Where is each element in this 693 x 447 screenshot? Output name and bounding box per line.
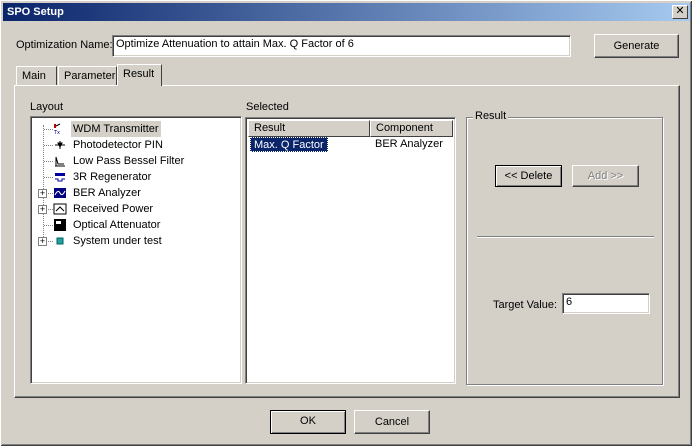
regenerator-icon [55,173,65,182]
tree-item-label: System under test [73,235,162,247]
separator [477,236,654,238]
filter-icon [55,156,65,167]
close-button[interactable]: ✕ [672,5,688,19]
layout-tree[interactable]: Tx WDM Transmitter Photodetector PIN Low… [30,116,242,384]
tab-result[interactable]: Result [117,64,162,86]
spo-setup-dialog: SPO Setup ✕ Optimization Name: Optimize … [0,0,693,447]
add-button[interactable]: Add >> [572,165,639,187]
generate-button[interactable]: Generate [594,34,679,58]
tree-item-label: BER Analyzer [73,187,141,199]
target-value-label: Target Value: [493,299,558,311]
result-group-title: Result [473,110,509,122]
layout-label: Layout [30,101,64,113]
transmitter-icon: Tx [53,123,61,135]
power-meter-icon [53,203,67,215]
result-groupbox [466,117,663,385]
expand-icon[interactable]: + [38,189,47,198]
column-header-label: Component [376,122,433,134]
optimization-name-input[interactable]: Optimize Attenuation to attain Max. Q Fa… [112,35,571,57]
tree-item-label: WDM Transmitter [71,121,161,137]
tab-main-label: Main [22,70,46,82]
ber-analyzer-icon [54,188,66,198]
photodetector-icon [55,141,65,149]
result-cell: Max. Q Factor [250,137,328,152]
expand-icon[interactable]: + [38,205,47,214]
ok-button[interactable]: OK [270,410,346,434]
expand-icon[interactable]: + [38,237,47,246]
optimization-name-label: Optimization Name: [16,39,113,51]
column-header-label: Result [254,122,286,134]
tree-item-label: Low Pass Bessel Filter [73,155,185,167]
tab-parameter-label: Parameter [64,70,116,82]
svg-text:Tx: Tx [53,130,60,135]
title-bar: SPO Setup ✕ [3,3,690,21]
tree-item-label: Received Power [73,203,154,215]
tree-item-label: Optical Attenuator [73,219,161,231]
tab-parameter[interactable]: Parameter [58,66,117,86]
delete-button[interactable]: << Delete [495,165,562,187]
component-cell: BER Analyzer [375,138,443,150]
tab-main[interactable]: Main [16,66,57,86]
subsystem-icon [56,237,64,245]
close-icon: ✕ [675,5,685,17]
attenuator-icon [54,219,66,231]
window-title: SPO Setup [7,6,64,18]
tree-item-label: 3R Regenerator [73,171,152,183]
selected-list[interactable]: Result Component Max. Q Factor BER Analy… [245,117,456,384]
tab-result-label: Result [123,68,155,80]
tree-item-label: Photodetector PIN [73,139,163,151]
target-value-input[interactable]: 6 [562,293,650,314]
column-header-result[interactable]: Result [248,120,370,137]
cancel-button[interactable]: Cancel [354,410,430,434]
selected-label: Selected [246,101,289,113]
column-header-component[interactable]: Component [370,120,453,137]
table-row[interactable]: Max. Q Factor BER Analyzer [248,137,453,152]
